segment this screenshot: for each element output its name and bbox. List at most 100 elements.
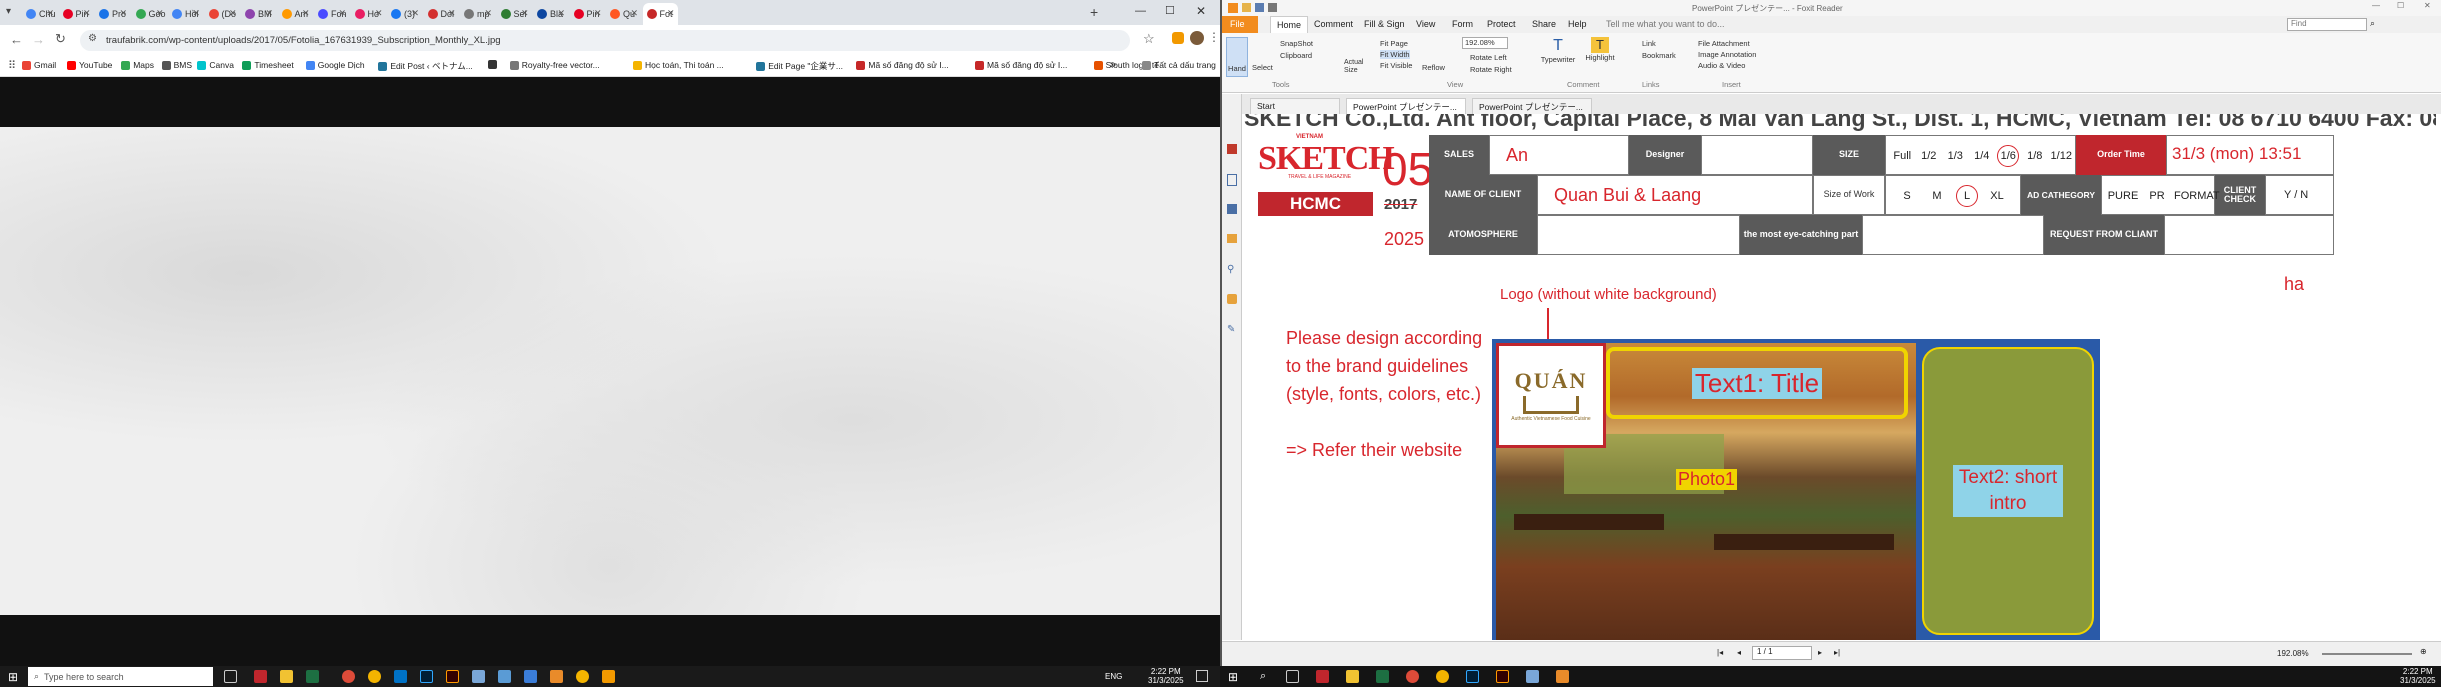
explorer-task-icon[interactable]: [280, 670, 293, 683]
start-button-right[interactable]: ⊞: [1228, 670, 1238, 684]
menu-home[interactable]: Home: [1270, 16, 1309, 33]
security-panel-icon[interactable]: [1227, 294, 1237, 304]
menu-icon[interactable]: ⋮: [1208, 30, 1220, 44]
page-number-field[interactable]: 1 / 1: [1752, 646, 1812, 660]
bookmark-item[interactable]: Google Dịch: [305, 60, 365, 70]
app-task-icon-1[interactable]: [472, 670, 485, 683]
excel-task-icon-right[interactable]: [1376, 670, 1389, 683]
browser-tab[interactable]: mp ✕: [460, 3, 495, 25]
actual-size-button[interactable]: Actual Size: [1344, 59, 1370, 76]
bookmark-item[interactable]: YouTube: [67, 60, 112, 70]
bookmark-item[interactable]: Maps: [121, 60, 154, 70]
typewriter-button[interactable]: T Typewriter: [1538, 37, 1578, 64]
zoom-in-icon[interactable]: ⊕: [2420, 647, 2427, 656]
tab-close-icon[interactable]: ✕: [302, 8, 310, 19]
find-input[interactable]: Find: [2287, 18, 2367, 31]
bookmarks-panel-icon[interactable]: [1227, 144, 1237, 154]
browser-tab[interactable]: Dol ✕: [424, 3, 459, 25]
prev-page-button[interactable]: ◂: [1737, 648, 1741, 657]
search-icon-right[interactable]: ⌕: [1260, 670, 1266, 683]
browser-tab[interactable]: Hồi ✕: [168, 3, 203, 25]
tab-close-icon[interactable]: ✕: [338, 8, 346, 19]
reload-icon[interactable]: ↻: [55, 31, 66, 47]
browser-tab[interactable]: Goo ✕: [132, 3, 167, 25]
bookmark-item[interactable]: [487, 60, 500, 69]
chrome-task-icon-right[interactable]: [1406, 670, 1419, 683]
app-task-icon-5[interactable]: [576, 670, 589, 683]
browser-tab[interactable]: Am ✕: [278, 3, 313, 25]
bookmark-button[interactable]: Bookmark: [1642, 51, 1676, 60]
browser-tab[interactable]: Chu ✕: [22, 3, 57, 25]
print-icon[interactable]: [1268, 3, 1277, 12]
taskbar-clock[interactable]: 2:22 PM 31/3/2025: [1148, 667, 1184, 685]
apps-icon[interactable]: ⠿: [8, 59, 16, 72]
open-icon[interactable]: [1242, 3, 1251, 12]
layers-panel-icon[interactable]: [1227, 204, 1237, 214]
bookmark-item[interactable]: Mã số đăng độ sử I...: [856, 60, 949, 70]
tab-close-icon[interactable]: ✕: [448, 8, 456, 19]
tab-close-icon[interactable]: ✕: [265, 8, 273, 19]
browser-tab[interactable]: Pro ✕: [95, 3, 130, 25]
menu-view[interactable]: View: [1416, 19, 1435, 29]
explorer-task-icon-right[interactable]: [1346, 670, 1359, 683]
link-button[interactable]: Link: [1642, 39, 1656, 48]
illustrator-task-icon[interactable]: [446, 670, 459, 683]
chrome2-task-icon-right[interactable]: [1436, 670, 1449, 683]
tab-search-icon[interactable]: ▾: [6, 6, 11, 17]
fx-minimize-button[interactable]: —: [2372, 1, 2380, 10]
bookmark-item[interactable]: BMS: [161, 60, 192, 70]
tab-close-icon[interactable]: ✕: [521, 8, 529, 19]
app-task-icon-4[interactable]: [550, 670, 563, 683]
photoshop-task-icon-right[interactable]: [1466, 670, 1479, 683]
search-icon[interactable]: ⌕: [2370, 18, 2375, 29]
attachments-panel-icon[interactable]: ⚲: [1227, 264, 1234, 275]
chrome2-task-icon[interactable]: [368, 670, 381, 683]
save-icon[interactable]: [1255, 3, 1264, 12]
first-page-button[interactable]: |◂: [1717, 648, 1723, 657]
chrome-task-icon[interactable]: [342, 670, 355, 683]
bookmark-item[interactable]: Học toán, Thi toán ...: [633, 60, 724, 70]
hand-tool[interactable]: Hand: [1226, 37, 1248, 77]
browser-tab[interactable]: Fot ✕: [642, 3, 678, 25]
bookmark-item[interactable]: Gmail: [22, 60, 56, 70]
clipboard-button[interactable]: Clipboard: [1280, 51, 1312, 60]
browser-tab[interactable]: Ho ✕: [351, 3, 386, 25]
tab-close-icon[interactable]: ✕: [46, 8, 54, 19]
bookmark-star-icon[interactable]: ☆: [1143, 31, 1155, 47]
fit-width-button[interactable]: Fit Width: [1380, 50, 1410, 59]
pages-panel-icon[interactable]: [1227, 174, 1237, 186]
bookmark-item[interactable]: Mã số đăng độ sử I...: [975, 60, 1067, 70]
fx-close-button[interactable]: ✕: [2424, 1, 2431, 10]
comments-panel-icon[interactable]: [1227, 234, 1237, 243]
taskview-icon[interactable]: [224, 670, 237, 683]
select-tool[interactable]: Select: [1252, 63, 1273, 72]
excel-task-icon[interactable]: [306, 670, 319, 683]
rotate-left-button[interactable]: Rotate Left: [1470, 53, 1507, 62]
tab-close-icon[interactable]: ✕: [119, 8, 127, 19]
fx-maximize-button[interactable]: ☐: [2397, 1, 2404, 10]
zoom-select[interactable]: 192.08%: [1462, 37, 1508, 49]
tab-close-icon[interactable]: ✕: [192, 8, 200, 19]
menu-fill-sign[interactable]: Fill & Sign: [1364, 19, 1405, 29]
file-menu[interactable]: File: [1222, 16, 1258, 33]
forward-icon[interactable]: →: [32, 32, 45, 47]
file-attachment-button[interactable]: File Attachment: [1698, 39, 1750, 48]
menu-share[interactable]: Share: [1532, 19, 1556, 29]
bookmark-item[interactable]: Canva: [197, 60, 234, 70]
app-task-icon-6[interactable]: [602, 670, 615, 683]
signature-panel-icon[interactable]: ✎: [1227, 324, 1235, 335]
close-window-button[interactable]: ✕: [1196, 4, 1206, 18]
browser-tab[interactable]: BM ✕: [241, 3, 276, 25]
tab-close-icon[interactable]: ✕: [229, 8, 237, 19]
tab-close-icon[interactable]: ✕: [667, 8, 675, 19]
tab-close-icon[interactable]: ✕: [630, 8, 638, 19]
menu-form[interactable]: Form: [1452, 19, 1473, 29]
rotate-right-button[interactable]: Rotate Right: [1470, 65, 1512, 74]
zoom-level[interactable]: 192.08%: [2277, 649, 2309, 658]
doc-tab-ppt-1[interactable]: PowerPoint プレゼンテー...: [1346, 98, 1466, 114]
browser-tab[interactable]: Sel ✕: [497, 3, 532, 25]
bookmark-item[interactable]: Edit Post ‹ ベトナム...: [378, 60, 473, 72]
foxit-task-icon[interactable]: [254, 670, 267, 683]
tell-me-input[interactable]: Tell me what you want to do...: [1606, 19, 1725, 29]
browser-tab[interactable]: Pin ✕: [570, 3, 605, 25]
